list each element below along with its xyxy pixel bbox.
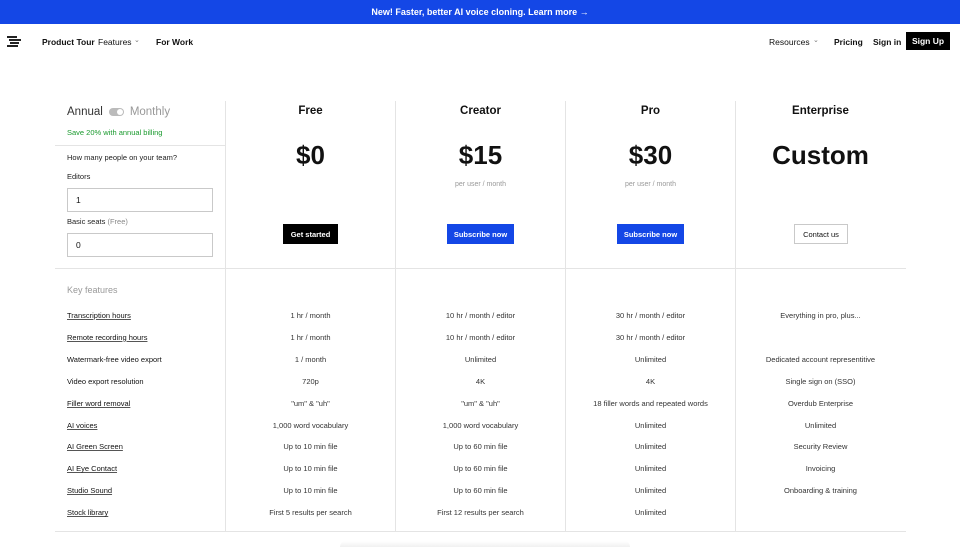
feature-value: Up to 10 min file (283, 464, 338, 474)
plan-period-creator: per user / month (455, 181, 506, 188)
feature-value: Unlimited (464, 354, 497, 364)
nav-product-tour[interactable]: Product Tour (42, 37, 95, 47)
feature-value: 4K (475, 376, 486, 386)
feature-value: Single sign on (SSO) (785, 376, 856, 386)
feature-value: 720p (302, 376, 319, 386)
feature-value: 1 hr / month (290, 311, 331, 320)
plan-price-free: $0 (296, 140, 325, 170)
nav-for-work[interactable]: For Work (156, 37, 193, 47)
feature-value: Security Review (793, 442, 848, 452)
save-note: Save 20% with annual billing (67, 128, 163, 137)
chevron-down-icon: ⌄ (134, 37, 140, 44)
divider (55, 531, 906, 532)
divider (55, 145, 225, 146)
plan-price-enterprise: Custom (772, 140, 869, 170)
plan-price-creator: $15 (458, 140, 503, 170)
billing-toggle-row: Annual Monthly (67, 105, 170, 119)
feature-value: 18 filler words and repeated words (593, 398, 708, 408)
plan-name-free: Free (298, 105, 323, 117)
banner-text[interactable]: New! Faster, better AI voice cloning. Le… (371, 7, 588, 17)
feature-value: 1 hr / month (290, 332, 331, 342)
nav-features[interactable]: Features (98, 37, 132, 47)
plan-name-creator: Creator (460, 105, 501, 117)
feature-value: 1,000 word vocabulary (272, 420, 349, 430)
feature-name: Video export resolution (67, 376, 144, 386)
basic-seats-text: Basic seats (67, 217, 106, 226)
feature-value: Up to 60 min file (453, 486, 508, 496)
plan-name-pro: Pro (640, 105, 661, 117)
feature-value: Overdub Enterprise (787, 398, 854, 408)
feature-value: 4K (645, 376, 656, 386)
top-nav: Product Tour Features ⌄ For Work Resourc… (0, 24, 960, 59)
feature-value: Unlimited (634, 464, 667, 474)
feature-name[interactable]: Stock library (67, 508, 108, 517)
feature-name[interactable]: AI voices (67, 421, 97, 430)
announcement-banner[interactable]: New! Faster, better AI voice cloning. Le… (0, 0, 960, 24)
feature-name[interactable]: Filler word removal (67, 399, 130, 408)
feature-value: Onboarding & training (784, 486, 857, 496)
basic-seats-input[interactable] (67, 233, 213, 257)
plan-price-pro: $30 (628, 140, 673, 170)
contact-us-button[interactable]: Contact us (794, 224, 848, 244)
feature-value: Up to 10 min file (283, 442, 338, 452)
feature-value: Up to 60 min file (453, 442, 508, 452)
subscribe-pro-button[interactable]: Subscribe now (617, 224, 684, 244)
editors-input[interactable] (67, 188, 213, 212)
nav-pricing[interactable]: Pricing (834, 37, 863, 47)
feature-value: Unlimited (634, 486, 667, 496)
feature-name[interactable]: AI Green Screen (67, 442, 123, 451)
plan-period-pro: per user / month (625, 181, 676, 188)
plan-name-enterprise: Enterprise (792, 105, 849, 117)
key-features-heading: Key features (67, 285, 118, 295)
bottom-shadow (340, 541, 630, 547)
divider (55, 268, 906, 269)
feature-value: "um" & "uh" (291, 398, 330, 408)
feature-value: 10 hr / month / editor (445, 332, 516, 342)
feature-value: Invoicing (805, 464, 836, 474)
feature-value: Unlimited (634, 442, 667, 452)
feature-value: First 12 results per search (437, 508, 524, 518)
feature-value: 1 / month (294, 354, 327, 364)
feature-value: Dedicated account representitive (765, 354, 876, 364)
sign-up-button[interactable]: Sign Up (906, 32, 950, 50)
feature-value: 30 hr / month / editor (615, 311, 686, 320)
nav-sign-in[interactable]: Sign in (873, 37, 901, 47)
feature-name: Watermark-free video export (67, 354, 162, 364)
feature-value: Unlimited (634, 508, 667, 518)
logo-icon[interactable] (7, 35, 21, 47)
feature-value: Up to 10 min file (283, 486, 338, 496)
feature-value: Unlimited (804, 420, 837, 430)
feature-value: Everything in pro, plus... (780, 311, 861, 320)
team-question: How many people on your team? (67, 153, 178, 162)
subscribe-creator-button[interactable]: Subscribe now (447, 224, 514, 244)
annual-label[interactable]: Annual (67, 106, 103, 118)
feature-name[interactable]: Remote recording hours (67, 333, 147, 342)
feature-value: 10 hr / month / editor (445, 311, 516, 320)
get-started-button[interactable]: Get started (283, 224, 338, 244)
basic-seats-label: Basic seats (Free) (67, 217, 128, 226)
feature-value: 1,000 word vocabulary (442, 420, 519, 430)
feature-value: Unlimited (634, 354, 667, 364)
feature-name[interactable]: AI Eye Contact (67, 464, 117, 473)
feature-name[interactable]: Transcription hours (67, 311, 131, 320)
basic-seats-note: (Free) (107, 217, 128, 226)
feature-value: "um" & "uh" (461, 398, 500, 408)
feature-value: First 5 results per search (269, 508, 352, 518)
feature-name[interactable]: Studio Sound (67, 486, 112, 495)
feature-value: 30 hr / month / editor (615, 332, 686, 342)
feature-value: Up to 60 min file (453, 464, 508, 474)
chevron-down-icon: ⌄ (813, 37, 819, 44)
feature-value: Unlimited (634, 420, 667, 430)
monthly-label[interactable]: Monthly (130, 106, 170, 118)
nav-resources[interactable]: Resources (769, 37, 810, 47)
billing-toggle-switch[interactable] (108, 108, 124, 116)
editors-label: Editors (67, 172, 91, 181)
